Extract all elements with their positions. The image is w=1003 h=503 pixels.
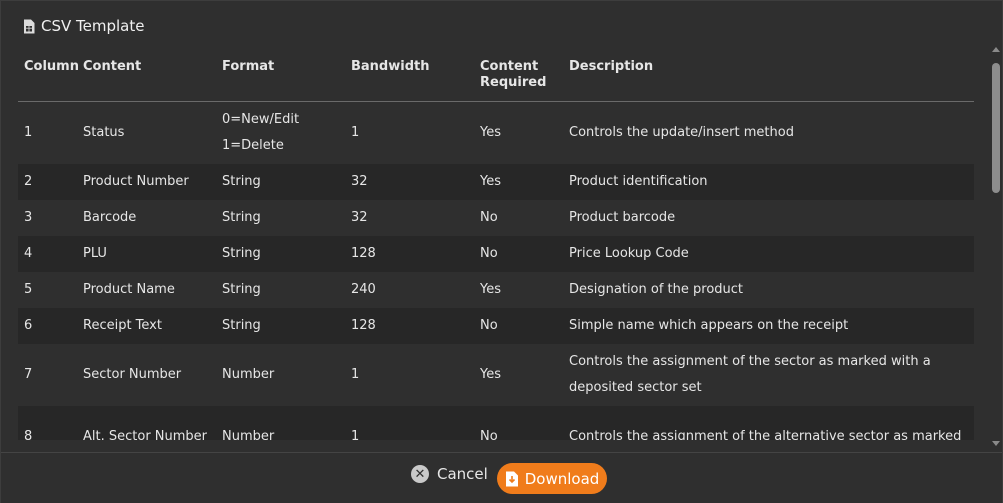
cell-content: PLU	[77, 236, 216, 272]
cell-content: Receipt Text	[77, 308, 216, 344]
cell-format: 0=New/Edit 1=Delete	[216, 101, 345, 164]
cell-format: Number	[216, 344, 345, 406]
cell-description: Controls the update/insert method	[563, 101, 974, 164]
table-row: 2 Product Number String 32 Yes Product i…	[18, 164, 974, 200]
cell-column: 2	[18, 164, 77, 200]
cell-required: Yes	[474, 344, 563, 406]
cell-required: No	[474, 200, 563, 236]
cell-bandwidth: 128	[345, 236, 474, 272]
table-row: 4 PLU String 128 No Price Lookup Code	[18, 236, 974, 272]
table-row: 5 Product Name String 240 Yes Designatio…	[18, 272, 974, 308]
csv-template-dialog: CSV Template Column Content Format Bandw…	[0, 0, 1003, 503]
cell-required: Yes	[474, 164, 563, 200]
download-file-icon	[505, 471, 519, 487]
scroll-down-arrow-icon[interactable]	[992, 441, 1000, 446]
cancel-button[interactable]: ✕ Cancel	[411, 465, 488, 483]
cell-description: Price Lookup Code	[563, 236, 974, 272]
cell-format: String	[216, 272, 345, 308]
cell-required: Yes	[474, 101, 563, 164]
header-bandwidth: Bandwidth	[345, 51, 474, 102]
table-row: 6 Receipt Text String 128 No Simple name…	[18, 308, 974, 344]
table-row: 8 Alt. Sector Number Number 1 No Control…	[18, 406, 974, 440]
cell-content: Barcode	[77, 200, 216, 236]
cell-required: No	[474, 406, 563, 440]
header-content: Content	[77, 51, 216, 102]
table-row: 3 Barcode String 32 No Product barcode	[18, 200, 974, 236]
cell-bandwidth: 32	[345, 200, 474, 236]
header-description: Description	[563, 51, 974, 102]
cell-description: Designation of the product	[563, 272, 974, 308]
dialog-title-bar: CSV Template	[23, 17, 144, 35]
cell-required: No	[474, 308, 563, 344]
cell-description: Controls the assignment of the alternati…	[563, 406, 974, 440]
cell-bandwidth: 128	[345, 308, 474, 344]
download-label: Download	[524, 469, 600, 488]
cell-bandwidth: 240	[345, 272, 474, 308]
cell-bandwidth: 1	[345, 406, 474, 440]
cell-content: Product Name	[77, 272, 216, 308]
cell-content: Status	[77, 101, 216, 164]
cell-required: Yes	[474, 272, 563, 308]
table-row: 7 Sector Number Number 1 Yes Controls th…	[18, 344, 974, 406]
download-button[interactable]: Download	[497, 463, 607, 494]
header-format: Format	[216, 51, 345, 102]
cell-bandwidth: 1	[345, 101, 474, 164]
cell-required: No	[474, 236, 563, 272]
scroll-up-arrow-icon[interactable]	[992, 47, 1000, 52]
header-column: Column	[18, 51, 79, 102]
table-scroll-area[interactable]: Column Content Format Bandwidth Content …	[18, 51, 974, 440]
cell-format: Number	[216, 406, 345, 440]
cell-column: 6	[18, 308, 77, 344]
cell-content: Product Number	[77, 164, 216, 200]
table-row: 1 Status 0=New/Edit 1=Delete 1 Yes Contr…	[18, 101, 974, 164]
cell-description: Product identification	[563, 164, 974, 200]
table-header-row: Column Content Format Bandwidth Content …	[18, 51, 974, 102]
cell-bandwidth: 32	[345, 164, 474, 200]
cell-column: 3	[18, 200, 77, 236]
cell-format: String	[216, 308, 345, 344]
cell-column: 7	[18, 344, 77, 406]
scrollbar-thumb[interactable]	[992, 63, 1000, 193]
csv-template-table: Column Content Format Bandwidth Content …	[18, 51, 974, 440]
cell-format: String	[216, 164, 345, 200]
cell-column: 4	[18, 236, 77, 272]
cell-content: Sector Number	[77, 344, 216, 406]
header-content-required: Content Required	[474, 51, 563, 102]
cell-format: String	[216, 236, 345, 272]
cell-description: Product barcode	[563, 200, 974, 236]
cell-column: 8	[18, 406, 77, 440]
close-circle-icon: ✕	[411, 465, 429, 483]
cell-description: Simple name which appears on the receipt	[563, 308, 974, 344]
cancel-label: Cancel	[437, 465, 488, 483]
cell-format: String	[216, 200, 345, 236]
cell-content: Alt. Sector Number	[77, 406, 216, 440]
cell-description: Controls the assignment of the sector as…	[563, 344, 974, 406]
csv-file-icon	[23, 19, 35, 34]
cell-column: 5	[18, 272, 77, 308]
vertical-scrollbar[interactable]	[990, 43, 1002, 448]
cell-bandwidth: 1	[345, 344, 474, 406]
cell-column: 1	[18, 101, 77, 164]
dialog-title: CSV Template	[41, 17, 145, 35]
dialog-footer: ✕ Cancel Download	[1, 452, 1002, 503]
